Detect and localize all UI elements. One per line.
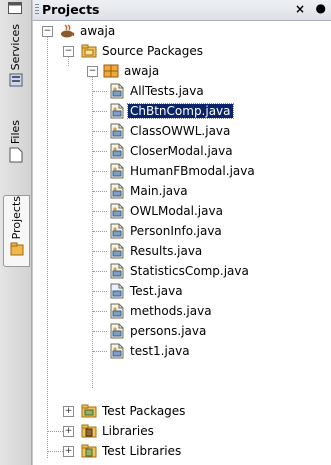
tree-guide <box>93 311 107 312</box>
java-file-icon <box>110 143 124 159</box>
java-file-icon <box>110 343 124 359</box>
file-item[interactable]: PersonInfo.java <box>33 221 331 241</box>
drag-grip[interactable] <box>35 4 39 16</box>
project-name: awaja <box>80 24 116 38</box>
file-item[interactable]: Test.java <box>33 281 331 301</box>
java-file-icon <box>110 263 124 279</box>
services-icon <box>9 73 22 87</box>
expand-icon[interactable]: + <box>63 426 74 437</box>
collapse-icon[interactable]: − <box>42 26 53 37</box>
java-file-icon <box>110 323 124 339</box>
java-file-icon <box>110 223 124 239</box>
tree-guide <box>93 291 107 292</box>
tab-files-label: Files <box>9 120 22 145</box>
java-file-icon <box>110 83 124 99</box>
file-item[interactable]: test1.java <box>33 341 331 361</box>
test-libraries-icon <box>81 444 97 458</box>
tab-projects[interactable]: Projects <box>3 195 30 267</box>
tree-guide <box>93 151 107 152</box>
tab-services-label: Services <box>9 24 22 71</box>
tree-guide <box>93 131 107 132</box>
window-restore-icon[interactable] <box>8 2 22 14</box>
file-item[interactable]: OWLModal.java <box>33 201 331 221</box>
tree-guide <box>93 231 107 232</box>
libraries-icon <box>81 424 97 438</box>
file-item[interactable]: ChBtnComp.java <box>33 101 331 121</box>
file-name: Main.java <box>130 184 188 198</box>
file-item[interactable]: AllTests.java <box>33 81 331 101</box>
file-name: test1.java <box>130 344 190 358</box>
close-panel-button[interactable]: × <box>295 2 305 16</box>
minimize-panel-button[interactable]: ● <box>316 1 326 15</box>
tree-row-package[interactable]: − awaja <box>33 61 331 81</box>
tree-row-test-packages[interactable]: + Test Packages <box>33 401 331 421</box>
file-item[interactable]: ClassOWWL.java <box>33 121 331 141</box>
java-file-icon <box>110 123 124 139</box>
libraries-label: Libraries <box>102 424 154 438</box>
tree-guide <box>93 191 107 192</box>
test-packages-label: Test Packages <box>102 404 186 418</box>
expand-icon[interactable]: + <box>63 406 74 417</box>
tree-guide <box>93 251 107 252</box>
tab-files[interactable]: Files <box>3 120 28 170</box>
java-file-icon <box>110 243 124 259</box>
file-name: CloserModal.java <box>130 144 233 158</box>
expand-icon[interactable]: + <box>63 446 74 457</box>
java-test-file-icon <box>110 283 124 299</box>
test-folder-icon <box>81 404 97 418</box>
collapse-icon[interactable]: − <box>63 46 74 57</box>
file-item[interactable]: HumanFBmodal.java <box>33 161 331 181</box>
side-tab-strip: Services Files Projects <box>0 0 32 465</box>
file-name: Test.java <box>130 284 183 298</box>
java-file-icon <box>110 203 124 219</box>
collapse-icon[interactable]: − <box>87 66 98 77</box>
tree-guide <box>93 91 107 92</box>
file-name: persons.java <box>130 324 207 338</box>
file-item[interactable]: methods.java <box>33 301 331 321</box>
java-file-icon <box>110 303 124 319</box>
file-name: StatisticsComp.java <box>130 264 249 278</box>
java-file-icon <box>110 163 124 179</box>
tree-guide <box>93 171 107 172</box>
java-file-icon <box>110 103 124 119</box>
package-icon <box>103 64 119 78</box>
panel-title: Projects <box>42 2 100 17</box>
tree-row-project[interactable]: − awaja <box>33 21 331 41</box>
file-name: PersonInfo.java <box>130 224 222 238</box>
file-item[interactable]: persons.java <box>33 321 331 341</box>
tree-row-source-packages[interactable]: − Source Packages <box>33 41 331 61</box>
file-name: methods.java <box>130 304 212 318</box>
tab-projects-label: Projects <box>10 196 23 240</box>
package-name: awaja <box>124 64 160 78</box>
file-item[interactable]: StatisticsComp.java <box>33 261 331 281</box>
tab-services[interactable]: Services <box>3 24 28 94</box>
file-name: OWLModal.java <box>130 204 223 218</box>
java-file-icon <box>110 183 124 199</box>
source-folder-icon <box>81 44 97 58</box>
panel-header: Projects × ● <box>33 0 331 21</box>
files-icon <box>9 147 22 163</box>
file-name: ClassOWWL.java <box>130 124 231 138</box>
test-libraries-label: Test Libraries <box>102 444 182 458</box>
tree-row-libraries[interactable]: + Libraries <box>33 421 331 441</box>
file-item[interactable]: CloserModal.java <box>33 141 331 161</box>
projects-panel: Projects × ● − awaja − Source Packages −… <box>32 0 331 465</box>
file-name: HumanFBmodal.java <box>130 164 255 178</box>
project-tree: − awaja − Source Packages − awaja AllTes… <box>33 21 331 465</box>
projects-icon <box>10 242 23 256</box>
file-name: ChBtnComp.java <box>127 103 234 119</box>
source-packages-label: Source Packages <box>102 44 204 58</box>
tree-guide <box>93 271 107 272</box>
tree-guide <box>93 351 107 352</box>
file-name: Results.java <box>130 244 203 258</box>
file-item[interactable]: Results.java <box>33 241 331 261</box>
tree-guide <box>93 331 107 332</box>
file-item[interactable]: Main.java <box>33 181 331 201</box>
tree-guide <box>93 211 107 212</box>
tree-guide <box>93 111 107 112</box>
tree-row-test-libraries[interactable]: + Test Libraries <box>33 441 331 461</box>
file-name: AllTests.java <box>130 84 204 98</box>
java-project-icon <box>61 24 75 38</box>
